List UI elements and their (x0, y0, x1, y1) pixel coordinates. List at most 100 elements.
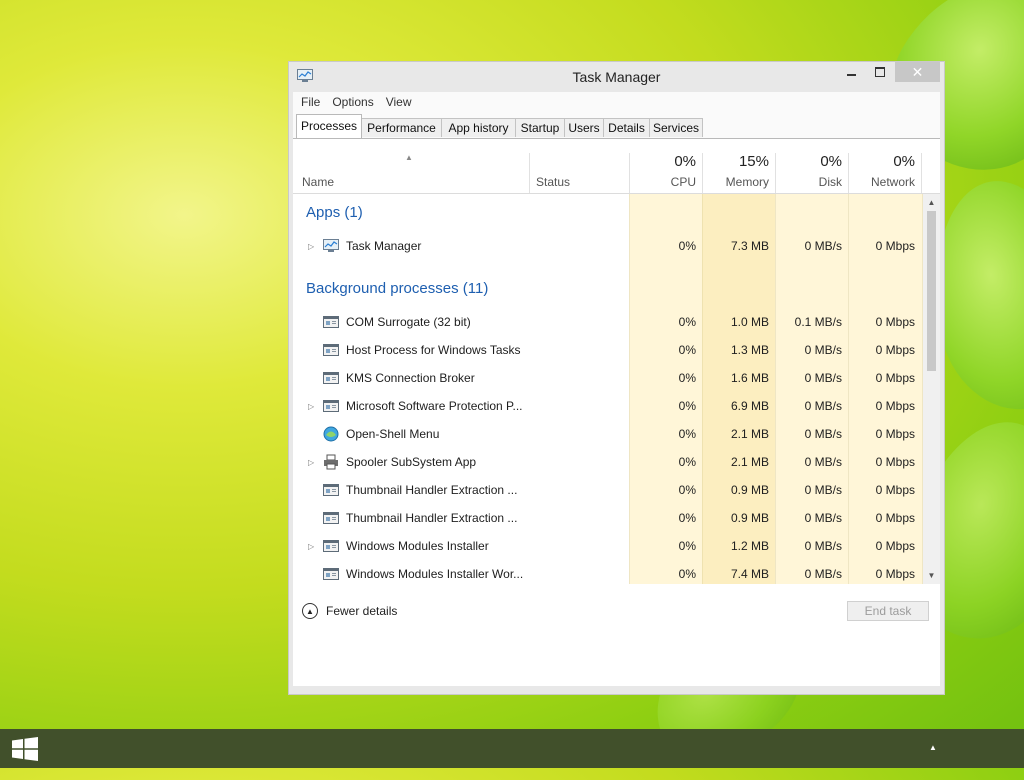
scroll-up-icon[interactable]: ▲ (923, 194, 940, 211)
process-memory: 7.4 MB (730, 567, 769, 581)
process-disk: 0 MB/s (804, 567, 842, 581)
process-memory: 0.9 MB (730, 483, 769, 497)
process-row[interactable]: ▷ Microsoft Software Protection P... 0% 6.9… (293, 392, 919, 420)
vertical-scrollbar[interactable]: ▲ ▼ (923, 194, 940, 584)
process-name: Thumbnail Handler Extraction ... (346, 511, 518, 525)
menu-view[interactable]: View (380, 95, 418, 109)
process-cpu: 0% (678, 455, 696, 469)
tab-strip: Processes Performance App history Startu… (293, 112, 940, 139)
process-network: 0 Mbps (875, 239, 915, 253)
process-cpu: 0% (678, 539, 696, 553)
process-list: Apps (1) ▷ Task Manager 0% 7.3 MB 0 MB/s 0 Mbp… (293, 194, 919, 584)
process-network: 0 Mbps (875, 455, 915, 469)
menu-file[interactable]: File (293, 95, 326, 109)
process-cpu: 0% (678, 315, 696, 329)
tab-performance[interactable]: Performance (361, 118, 442, 137)
process-cpu: 0% (678, 511, 696, 525)
tab-services[interactable]: Services (649, 118, 703, 137)
process-memory: 1.2 MB (730, 539, 769, 553)
process-disk: 0 MB/s (804, 399, 842, 413)
tab-app-history[interactable]: App history (441, 118, 516, 137)
scrollbar-thumb[interactable] (927, 211, 936, 371)
process-network: 0 Mbps (875, 483, 915, 497)
column-disk[interactable]: 0% Disk (775, 139, 848, 193)
process-disk: 0 MB/s (804, 539, 842, 553)
process-memory: 6.9 MB (730, 399, 769, 413)
menu-options[interactable]: Options (326, 95, 379, 109)
minimize-button[interactable] (838, 62, 864, 82)
windows-logo-icon[interactable] (12, 737, 38, 761)
taskbar: ▲ (0, 729, 1024, 768)
column-memory[interactable]: 15% Memory (702, 139, 775, 193)
process-row[interactable]: COM Surrogate (32 bit) 0% 1.0 MB 0.1 MB/s 0 … (293, 308, 919, 336)
network-total-percent: 0% (893, 153, 915, 170)
task-manager-window: Task Manager ✕ File Options View Process… (288, 61, 945, 695)
footer: ▲ Fewer details End task (293, 585, 940, 639)
process-row[interactable]: Windows Modules Installer Wor... 0% 7.4 MB… (293, 560, 919, 584)
maximize-button[interactable] (867, 62, 893, 82)
column-cpu[interactable]: 0% CPU (629, 139, 702, 193)
process-network: 0 Mbps (875, 399, 915, 413)
process-cpu: 0% (678, 343, 696, 357)
process-row[interactable]: Thumbnail Handler Extraction ... 0% 0.9 MB… (293, 504, 919, 532)
process-cpu: 0% (678, 239, 696, 253)
end-task-button[interactable]: End task (847, 601, 929, 621)
process-disk: 0 MB/s (804, 511, 842, 525)
process-row[interactable]: ▷ Spooler SubSystem App 0% 2.1 MB 0 MB/s 0 Mb… (293, 448, 919, 476)
column-status-label: Status (536, 175, 571, 189)
process-memory: 0.9 MB (730, 511, 769, 525)
column-status[interactable]: Status (529, 139, 629, 193)
column-name[interactable]: Name (293, 139, 529, 193)
process-name: Spooler SubSystem App (346, 455, 477, 469)
group-header[interactable]: Apps (1) (293, 197, 919, 225)
process-disk: 0 MB/s (804, 343, 842, 357)
tab-processes[interactable]: Processes (296, 114, 362, 138)
process-memory: 1.6 MB (730, 371, 769, 385)
process-row[interactable]: ▷ Windows Modules Installer 0% 1.2 MB 0 MB/s… (293, 532, 919, 560)
expand-arrow-icon[interactable]: ▷ (308, 542, 314, 551)
process-cpu: 0% (678, 399, 696, 413)
process-network: 0 Mbps (875, 511, 915, 525)
window-process-icon (323, 342, 339, 358)
process-memory: 1.0 MB (730, 315, 769, 329)
minimize-icon (846, 74, 856, 76)
scroll-down-icon[interactable]: ▼ (923, 567, 940, 584)
process-cpu: 0% (678, 567, 696, 581)
process-row[interactable]: Open-Shell Menu 0% 2.1 MB 0 MB/s 0 Mbps (293, 420, 919, 448)
close-button[interactable]: ✕ (895, 62, 940, 82)
column-separator (921, 153, 922, 193)
process-memory: 2.1 MB (730, 427, 769, 441)
tab-details[interactable]: Details (603, 118, 650, 137)
fewer-details-button[interactable]: ▲ Fewer details (302, 603, 397, 619)
process-memory: 2.1 MB (730, 455, 769, 469)
title-bar[interactable]: Task Manager ✕ (289, 62, 944, 92)
process-row[interactable]: KMS Connection Broker 0% 1.6 MB 0 MB/s 0 Mbp… (293, 364, 919, 392)
column-network[interactable]: 0% Network (848, 139, 921, 193)
group-header[interactable]: Background processes (11) (293, 273, 919, 301)
process-name: KMS Connection Broker (346, 371, 475, 385)
process-network: 0 Mbps (875, 343, 915, 357)
window-process-icon (323, 370, 339, 386)
taskmgr-process-icon (323, 238, 339, 254)
expand-arrow-icon[interactable]: ▷ (308, 402, 314, 411)
window-process-icon (323, 398, 339, 414)
process-row[interactable]: ▷ Task Manager 0% 7.3 MB 0 MB/s 0 Mbps (293, 232, 919, 260)
process-network: 0 Mbps (875, 567, 915, 581)
show-hidden-icons-icon[interactable]: ▲ (929, 743, 937, 752)
process-disk: 0 MB/s (804, 371, 842, 385)
process-network: 0 Mbps (875, 315, 915, 329)
process-name: Task Manager (346, 239, 422, 253)
process-row[interactable]: Host Process for Windows Tasks 0% 1.3 MB 0 … (293, 336, 919, 364)
process-disk: 0 MB/s (804, 483, 842, 497)
process-row[interactable]: Thumbnail Handler Extraction ... 0% 0.9 MB… (293, 476, 919, 504)
cpu-total-percent: 0% (674, 153, 696, 170)
tab-users[interactable]: Users (564, 118, 604, 137)
process-memory: 7.3 MB (730, 239, 769, 253)
expand-arrow-icon[interactable]: ▷ (308, 242, 314, 251)
column-disk-label: Disk (818, 175, 842, 189)
process-name: Windows Modules Installer Wor... (346, 567, 524, 581)
window-process-icon (323, 538, 339, 554)
expand-arrow-icon[interactable]: ▷ (308, 458, 314, 467)
process-cpu: 0% (678, 371, 696, 385)
tab-startup[interactable]: Startup (515, 118, 565, 137)
